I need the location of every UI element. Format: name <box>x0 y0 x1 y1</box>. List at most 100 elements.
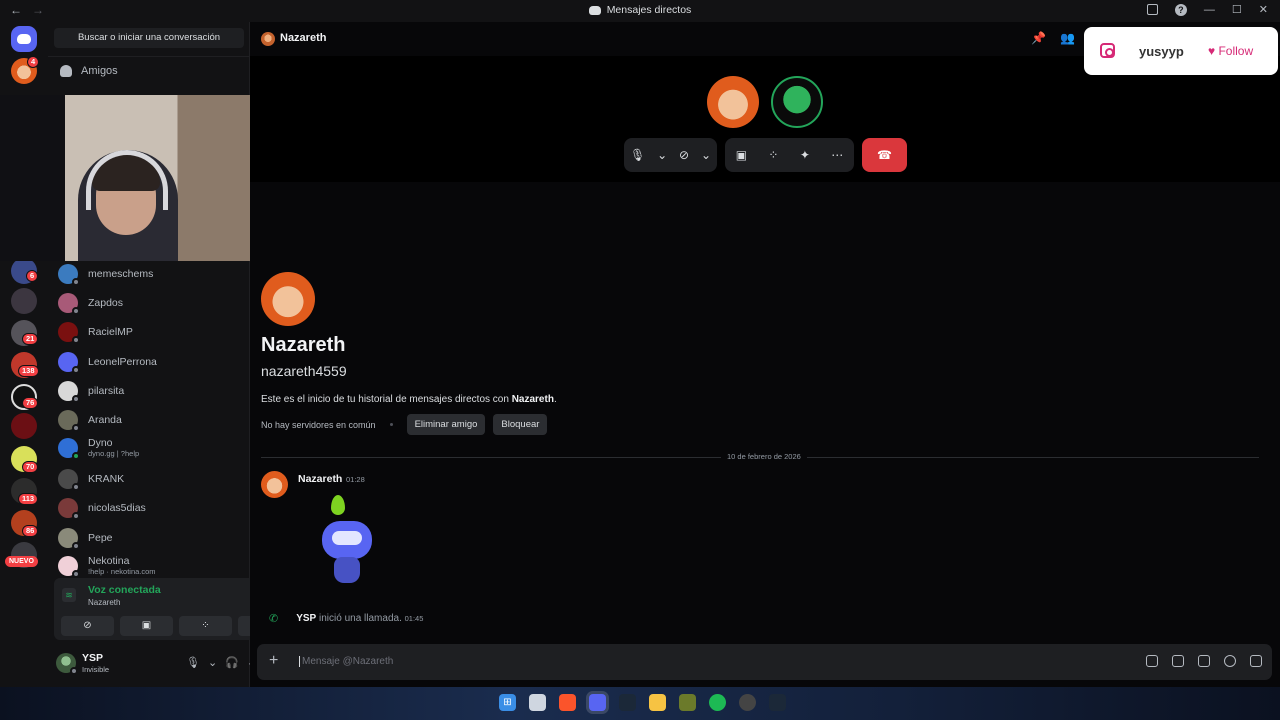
server-icon[interactable] <box>11 288 37 314</box>
user-status: Invisible <box>82 665 110 674</box>
message-avatar[interactable] <box>261 471 288 498</box>
status-indicator <box>72 512 80 520</box>
discord-taskbar-icon[interactable] <box>589 694 606 711</box>
chevron-down-icon[interactable]: ⌄ <box>208 656 217 669</box>
dm-name: Zapdos <box>88 296 124 309</box>
dm-item-pepe[interactable]: Pepe <box>58 526 113 550</box>
pin-icon[interactable]: 📌 <box>1031 31 1046 45</box>
avatar <box>58 293 80 315</box>
dm-item-nekotina[interactable]: Nekotina !help · nekotina.com <box>58 554 156 578</box>
mutual-servers-text: No hay servidores en común <box>261 419 376 430</box>
status-indicator <box>72 542 80 550</box>
dm-name: RacielMP <box>88 325 133 338</box>
share-screen-button[interactable]: ▣ <box>120 616 173 636</box>
call-actions: ▣ ⁘ ✦ ⋯ <box>725 138 854 172</box>
discord-icon <box>588 5 601 15</box>
header-title[interactable]: Nazareth <box>280 32 326 44</box>
file-icon[interactable] <box>529 694 546 711</box>
signal-icon: ≋ <box>62 588 76 602</box>
apps-icon[interactable] <box>1250 655 1262 667</box>
dm-item-dyno[interactable]: Dyno dyno.gg | ?help <box>58 436 139 460</box>
status-indicator <box>70 667 78 675</box>
block-button[interactable]: Bloquear <box>493 414 548 435</box>
chevron-down-icon[interactable]: ⌄ <box>701 148 711 162</box>
instagram-follow-label[interactable]: ♥ Follow <box>1208 44 1253 58</box>
dm-item-krank[interactable]: KRANK <box>58 467 124 491</box>
message-input[interactable]: Mensaje @Nazareth <box>299 656 393 667</box>
dm-item-aranda[interactable]: Aranda <box>58 408 122 432</box>
file-explorer-icon[interactable] <box>649 694 666 711</box>
camera-off-icon[interactable]: ⊘ <box>679 148 689 162</box>
friends-label: Amigos <box>81 65 118 77</box>
app-icon[interactable] <box>679 694 696 711</box>
dm-name: Dyno <box>88 437 113 449</box>
dm-item-racielmp[interactable]: RacielMP <box>58 320 133 344</box>
avatar <box>58 438 80 460</box>
sticker-body <box>334 557 360 583</box>
message-author[interactable]: Nazareth <box>298 473 342 485</box>
more-options-icon[interactable]: ⋯ <box>831 148 843 162</box>
dm-item-leonelperrona[interactable]: LeonelPerrona <box>58 350 157 374</box>
chevron-down-icon[interactable]: ⌄ <box>657 148 667 162</box>
home-button[interactable] <box>11 26 37 52</box>
dm-name: pilarsita <box>88 384 125 397</box>
friends-nav-item[interactable]: Amigos <box>60 65 118 77</box>
microphone-icon[interactable]: 🎙 <box>186 656 200 669</box>
sticker-icon[interactable] <box>1198 655 1210 667</box>
activities-button[interactable]: ⁘ <box>179 616 232 636</box>
spotify-icon[interactable] <box>709 694 726 711</box>
minimize-button[interactable]: — <box>1204 4 1215 16</box>
close-button[interactable]: ✕ <box>1259 3 1268 16</box>
server-icon[interactable] <box>11 413 37 439</box>
add-friend-icon[interactable]: 👥 <box>1060 31 1075 45</box>
dm-item-pilarsita[interactable]: pilarsita <box>58 379 124 403</box>
new-badge: NUEVO <box>5 556 38 567</box>
voice-channel[interactable]: Nazareth <box>88 598 120 607</box>
steam-icon[interactable] <box>769 694 786 711</box>
soundboard-icon[interactable]: ✦ <box>800 148 810 162</box>
status-indicator <box>72 366 80 374</box>
dm-name: nicolas5dias <box>88 501 146 514</box>
status-indicator <box>72 452 80 460</box>
search-conversation-button[interactable]: Buscar o iniciar una conversación <box>54 28 244 48</box>
dm-item-zapdos[interactable]: Zapdos <box>58 291 123 315</box>
status-indicator <box>72 307 80 315</box>
maximize-button[interactable]: ☐ <box>1232 3 1242 16</box>
call-participant-avatar[interactable] <box>771 76 823 128</box>
app-icon[interactable] <box>739 694 756 711</box>
profile-avatar[interactable] <box>261 272 315 326</box>
gift-icon[interactable] <box>1146 655 1158 667</box>
main-panel: Nazareth 📌 👥 🎙 ⌄ ⊘ ⌄ ▣ ⁘ ✦ ⋯ ☎ Nazareth … <box>250 22 1280 687</box>
dm-item-memeschems[interactable]: memeschems <box>58 262 153 286</box>
wumpus-sticker[interactable] <box>308 491 388 591</box>
os-taskbar: ⊞ <box>0 687 1280 720</box>
call-participant-avatar[interactable] <box>707 76 759 128</box>
unread-badge: 70 <box>22 461 39 473</box>
inbox-icon[interactable] <box>1146 4 1158 15</box>
add-attachment-icon[interactable]: + <box>269 652 278 670</box>
message-composer[interactable]: + Mensaje @Nazareth <box>257 644 1272 680</box>
unread-badge: 138 <box>18 365 39 377</box>
avatar <box>58 322 80 344</box>
help-icon[interactable]: ? <box>1174 3 1187 16</box>
avatar <box>58 498 80 520</box>
status-indicator <box>72 278 80 286</box>
microphone-icon[interactable]: 🎙 <box>630 148 645 162</box>
end-call-button[interactable]: ☎ <box>862 138 907 172</box>
gif-icon[interactable] <box>1172 655 1184 667</box>
steam-icon[interactable] <box>619 694 636 711</box>
window-title: Mensajes directos <box>606 4 692 16</box>
user-avatar[interactable] <box>56 653 78 675</box>
emoji-icon[interactable] <box>1224 655 1236 667</box>
dm-item-nicolas5dias[interactable]: nicolas5dias <box>58 496 146 520</box>
instagram-follow-overlay: yusyyp ♥ Follow <box>1084 27 1278 75</box>
activities-icon[interactable]: ⁘ <box>768 148 778 162</box>
remove-friend-button[interactable]: Eliminar amigo <box>406 414 486 435</box>
system-message-user[interactable]: YSP <box>296 613 316 624</box>
share-screen-icon[interactable]: ▣ <box>736 148 747 162</box>
camera-toggle-button[interactable]: ⊘ <box>61 616 114 636</box>
brave-browser-icon[interactable] <box>559 694 576 711</box>
start-menu-icon[interactable]: ⊞ <box>499 694 516 711</box>
headphones-icon[interactable]: 🎧 <box>225 656 239 669</box>
system-message-text: inició una llamada. <box>319 613 402 624</box>
